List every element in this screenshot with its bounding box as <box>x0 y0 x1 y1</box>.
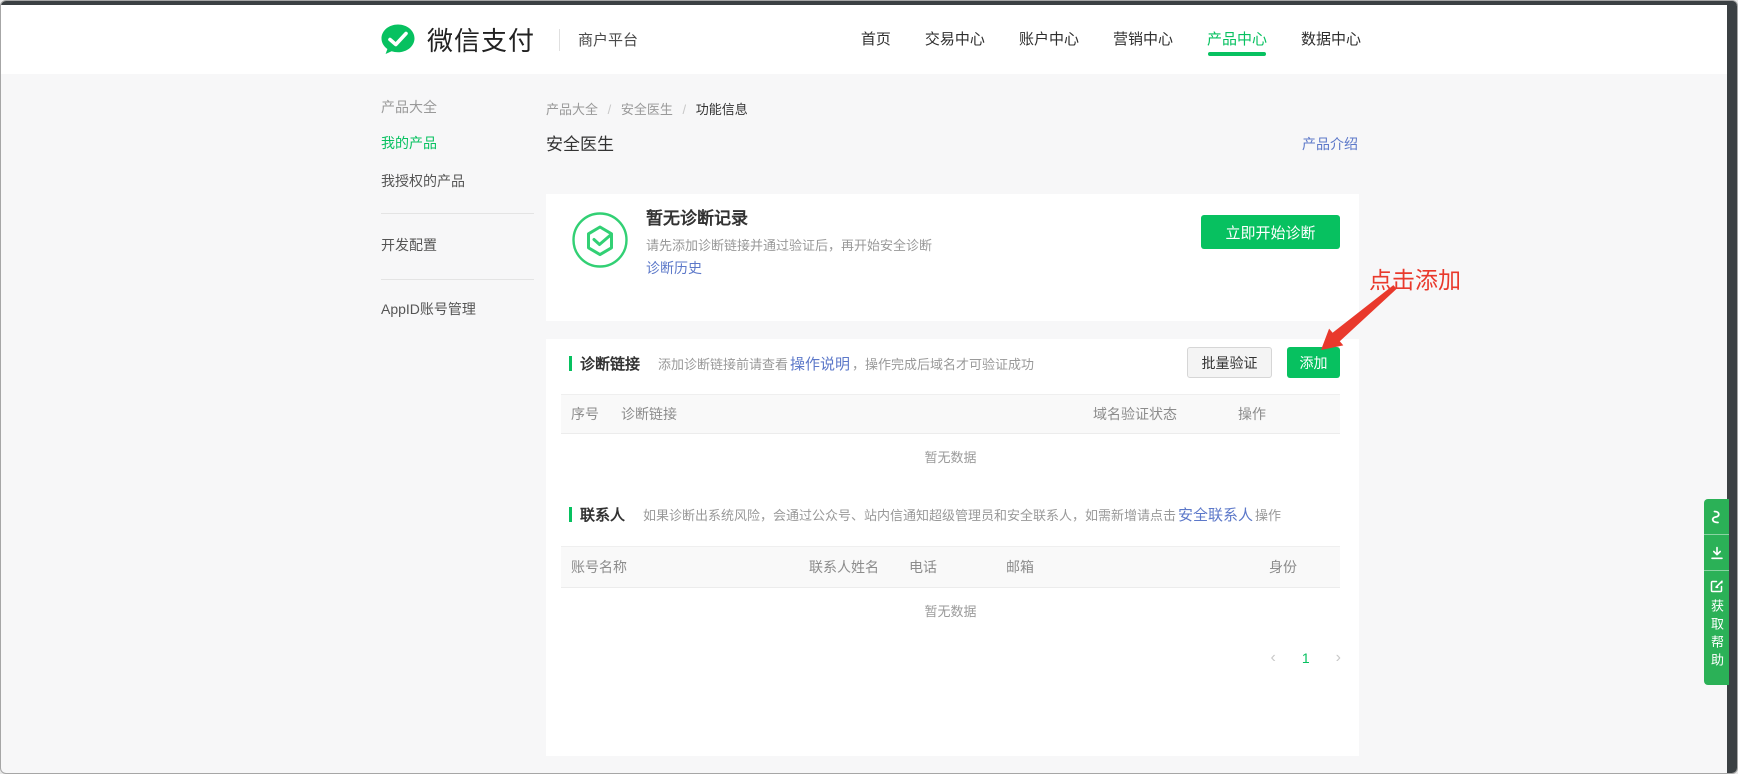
sidebar-divider <box>381 279 534 280</box>
col-actions: 操作 <box>1238 404 1330 424</box>
diagnosis-links-empty: 暂无数据 <box>561 447 1340 466</box>
floating-help-toolbar: 获取帮助 <box>1704 499 1729 685</box>
sidebar-item-dev-config[interactable]: 开发配置 <box>381 235 437 255</box>
security-contact-link[interactable]: 安全联系人 <box>1178 507 1253 524</box>
desc-suffix: 操作 <box>1255 508 1281 523</box>
col-account-name: 账号名称 <box>571 557 809 577</box>
sidebar-item-all-products[interactable]: 产品大全 <box>381 97 437 117</box>
col-phone: 电话 <box>909 557 1006 577</box>
brand-portal-label: 商户平台 <box>578 29 638 50</box>
get-help-button[interactable]: 获取帮助 <box>1707 571 1726 685</box>
edit-icon <box>1710 579 1724 593</box>
diagnosis-status-card: 暂无诊断记录 请先添加诊断链接并通过验证后，再开始安全诊断 诊断历史 立即开始诊… <box>546 194 1359 321</box>
section-accent-bar <box>569 507 572 522</box>
breadcrumb-current: 功能信息 <box>696 102 748 117</box>
breadcrumb-separator: / <box>608 102 612 117</box>
col-email: 邮箱 <box>1006 557 1269 577</box>
nav-item-account[interactable]: 账户中心 <box>1019 5 1079 74</box>
page-title: 安全医生 <box>546 130 614 155</box>
download-icon <box>1710 546 1724 560</box>
diagnosis-empty-desc: 请先添加诊断链接并通过验证后，再开始安全诊断 <box>646 235 932 254</box>
pagination: ‹ 1 › <box>1271 649 1341 667</box>
diagnosis-links-section-header: 诊断链接 添加诊断链接前请查看操作说明，操作完成后域名才可验证成功 <box>569 353 1034 374</box>
col-contact-name: 联系人姓名 <box>809 557 909 577</box>
sidebar-item-my-products[interactable]: 我的产品 <box>381 133 437 153</box>
breadcrumb-security-doctor[interactable]: 安全医生 <box>621 102 673 117</box>
nav-item-home[interactable]: 首页 <box>861 5 891 74</box>
breadcrumb-separator: / <box>683 102 687 117</box>
diagnosis-links-table-header: 序号 诊断链接 域名验证状态 操作 <box>561 394 1340 434</box>
breadcrumb-all-products[interactable]: 产品大全 <box>546 102 598 117</box>
start-diagnosis-button[interactable]: 立即开始诊断 <box>1201 215 1340 249</box>
diagnosis-empty-title: 暂无诊断记录 <box>646 204 748 229</box>
brand-divider <box>559 29 560 51</box>
security-shield-icon <box>571 211 629 269</box>
col-verify-status: 域名验证状态 <box>1093 404 1238 424</box>
col-link: 诊断链接 <box>621 404 1093 424</box>
share-link-button[interactable] <box>1704 499 1729 534</box>
prev-page-button[interactable]: ‹ <box>1271 649 1276 667</box>
product-intro-link[interactable]: 产品介绍 <box>1298 134 1358 154</box>
diagnosis-links-desc: 添加诊断链接前请查看操作说明，操作完成后域名才可验证成功 <box>658 353 1034 374</box>
sidebar-divider <box>381 213 534 214</box>
nav-item-products[interactable]: 产品中心 <box>1207 5 1267 74</box>
col-serial: 序号 <box>571 404 621 424</box>
desc-suffix: ，操作完成后域名才可验证成功 <box>852 357 1034 372</box>
brand-name: 微信支付 <box>427 21 535 58</box>
operation-guide-link[interactable]: 操作说明 <box>790 356 850 373</box>
desc-prefix: 如果诊断出系统风险，会通过公众号、站内信通知超级管理员和安全联系人，如需新增请点… <box>643 508 1176 523</box>
window-top-edge <box>1 1 1738 5</box>
nav-item-products-label: 产品中心 <box>1207 31 1267 48</box>
top-header: 微信支付 商户平台 首页 交易中心 账户中心 营销中心 产品中心 数据中心 <box>1 5 1738 74</box>
download-button[interactable] <box>1704 535 1729 570</box>
active-nav-underline <box>1208 52 1266 56</box>
section-accent-bar <box>569 356 572 371</box>
contacts-table-header: 账号名称 联系人姓名 电话 邮箱 身份 <box>561 546 1340 588</box>
contacts-empty: 暂无数据 <box>561 601 1340 620</box>
main-nav: 首页 交易中心 账户中心 营销中心 产品中心 数据中心 <box>861 5 1361 74</box>
contacts-section-header: 联系人 如果诊断出系统风险，会通过公众号、站内信通知超级管理员和安全联系人，如需… <box>569 504 1281 525</box>
contacts-desc: 如果诊断出系统风险，会通过公众号、站内信通知超级管理员和安全联系人，如需新增请点… <box>643 504 1281 525</box>
diagnosis-history-link[interactable]: 诊断历史 <box>646 258 702 278</box>
col-role: 身份 <box>1269 557 1330 577</box>
nav-item-transactions[interactable]: 交易中心 <box>925 5 985 74</box>
contacts-title: 联系人 <box>580 504 625 525</box>
current-page-button[interactable]: 1 <box>1302 650 1310 666</box>
sidebar-item-appid-manage[interactable]: AppID账号管理 <box>381 299 476 319</box>
merchant-platform-window: 微信支付 商户平台 首页 交易中心 账户中心 营销中心 产品中心 数据中心 产品… <box>0 0 1738 774</box>
nav-item-data[interactable]: 数据中心 <box>1301 5 1361 74</box>
annotation-arrow <box>1301 281 1411 361</box>
desc-prefix: 添加诊断链接前请查看 <box>658 357 788 372</box>
get-help-label: 获取帮助 <box>1707 599 1726 671</box>
batch-verify-button[interactable]: 批量验证 <box>1187 347 1272 378</box>
nav-item-marketing[interactable]: 营销中心 <box>1113 5 1173 74</box>
link-icon <box>1710 510 1724 524</box>
next-page-button[interactable]: › <box>1336 649 1341 667</box>
diagnosis-links-title: 诊断链接 <box>580 353 640 374</box>
sidebar-item-authorized[interactable]: 我授权的产品 <box>381 171 465 191</box>
detail-card: 诊断链接 添加诊断链接前请查看操作说明，操作完成后域名才可验证成功 批量验证 添… <box>546 339 1359 756</box>
brand-home-link[interactable]: 微信支付 商户平台 <box>379 5 638 74</box>
breadcrumb: 产品大全 / 安全医生 / 功能信息 <box>546 99 748 118</box>
wechat-pay-logo-icon <box>379 23 417 56</box>
